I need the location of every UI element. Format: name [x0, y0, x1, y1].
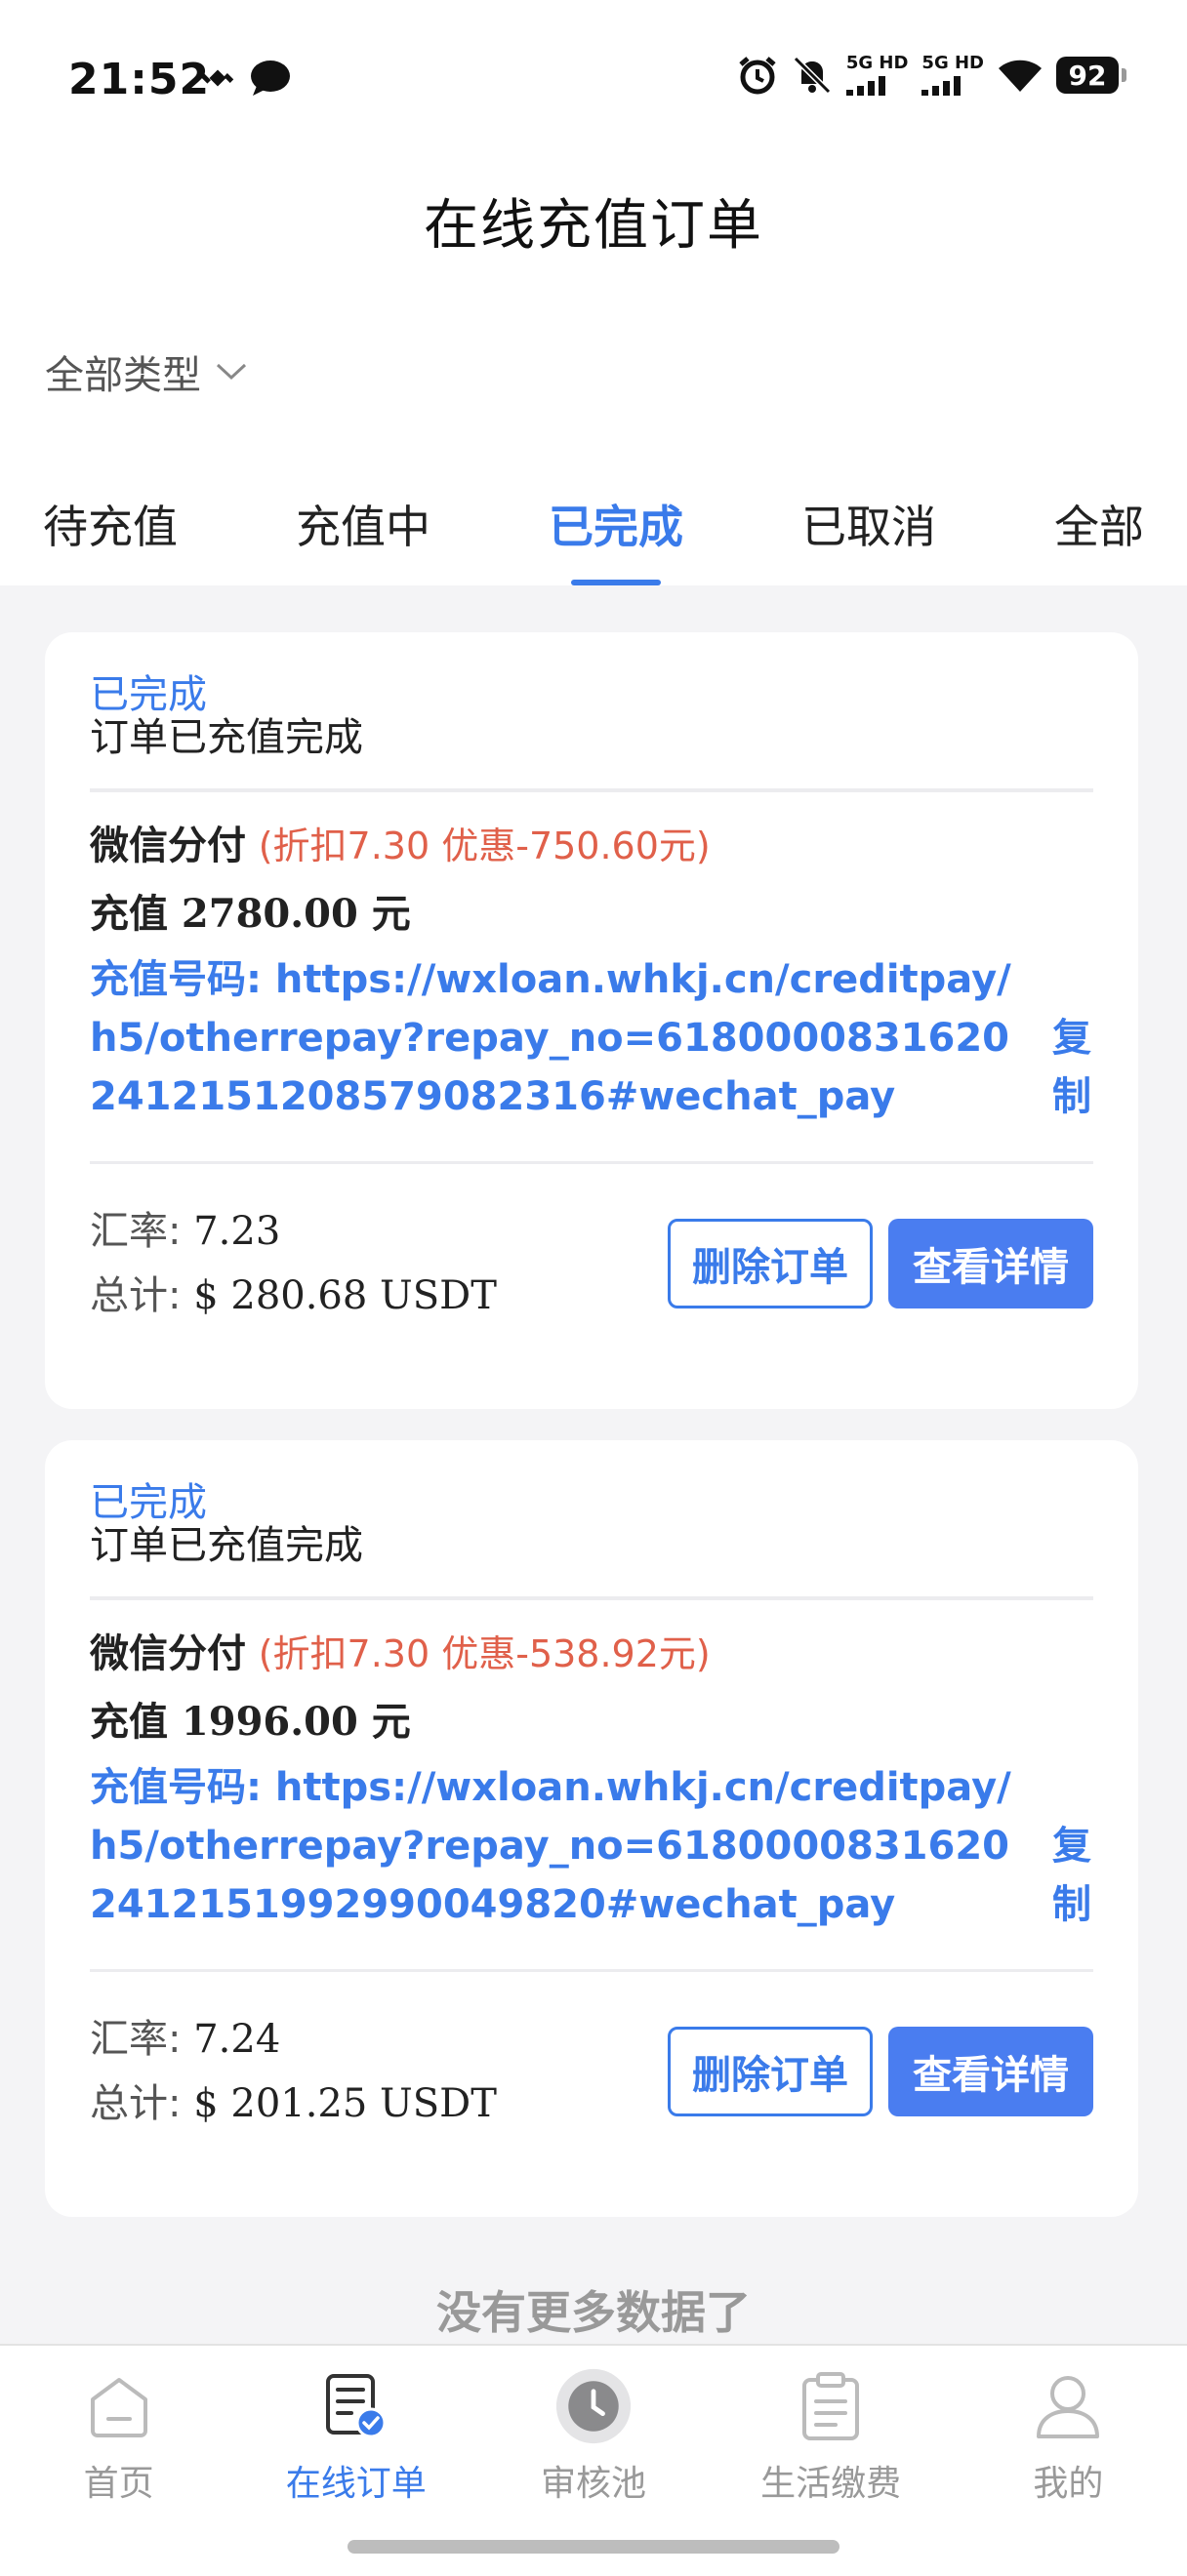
page-title: 在线充值订单: [424, 194, 763, 258]
chat-bubble-icon: [251, 60, 290, 96]
payment-method: 微信分付: [90, 1631, 246, 1676]
nav-label: 我的: [1033, 2464, 1104, 2504]
recharge-number-label: 充值号码:: [90, 1765, 275, 1810]
total-amount: 总计: $ 280.68 USDT: [90, 1264, 497, 1328]
type-filter-label: 全部类型: [45, 353, 201, 398]
nav-profile[interactable]: 我的: [961, 2367, 1175, 2576]
recharge-amount: 充值 2780.00 元: [90, 891, 411, 937]
delete-order-button[interactable]: 删除订单: [668, 1219, 873, 1308]
exchange-rate: 汇率: 7.24: [90, 2007, 497, 2072]
recharge-number: 充值号码: https://wxloan.whkj.cn/creditpay/h…: [90, 1758, 1029, 1934]
home-icon: [80, 2367, 158, 2445]
no-more-data-text: 没有更多数据了: [436, 2286, 751, 2339]
exchange-rate-value: 7.24: [193, 2017, 281, 2062]
order-card: 已完成 订单已充值完成 微信分付 (折扣7.30 优惠-750.60元) 充值 …: [45, 632, 1138, 1409]
order-totals: 汇率: 7.23 总计: $ 280.68 USDT: [90, 1199, 497, 1328]
recharge-amount: 充值 1996.00 元: [90, 1699, 411, 1745]
delete-order-button[interactable]: 删除订单: [668, 2027, 873, 2116]
total-value: $ 280.68 USDT: [193, 1273, 497, 1318]
exchange-rate: 汇率: 7.23: [90, 1199, 497, 1264]
payment-line: 微信分付 (折扣7.30 优惠-750.60元): [90, 822, 1093, 870]
copy-button[interactable]: 复制: [1050, 1009, 1093, 1126]
divider: [90, 1161, 1093, 1164]
status-bar: 21:52 5G HD 5G HD 92: [0, 0, 1187, 156]
signal-bars-icon: [845, 76, 885, 96]
tab-completed[interactable]: 已完成: [549, 478, 683, 585]
discount-info: (折扣7.30 优惠-538.92元): [258, 1632, 711, 1675]
cellular-signal-2: 5G HD: [921, 55, 984, 96]
payment-line: 微信分付 (折扣7.30 优惠-538.92元): [90, 1630, 1093, 1678]
discount-info: (折扣7.30 优惠-750.60元): [258, 825, 711, 867]
tab-all[interactable]: 全部: [1054, 478, 1144, 585]
tab-in-progress[interactable]: 充值中: [296, 478, 430, 585]
payment-method: 微信分付: [90, 824, 246, 868]
type-filter-dropdown[interactable]: 全部类型: [45, 343, 248, 400]
wifi-icon: [999, 60, 1042, 92]
total-label: 总计:: [90, 2081, 194, 2126]
order-actions: 删除订单 查看详情: [668, 1219, 1093, 1308]
clipboard-icon: [792, 2367, 870, 2445]
nav-label: 首页: [83, 2464, 154, 2504]
status-tabs: 待充值 充值中 已完成 已取消 全部: [0, 478, 1187, 585]
order-status-desc: 订单已充值完成: [90, 1523, 363, 1568]
order-footer: 汇率: 7.23 总计: $ 280.68 USDT 删除订单 查看详情: [90, 1199, 1093, 1328]
view-details-button[interactable]: 查看详情: [888, 2027, 1093, 2116]
order-footer: 汇率: 7.24 总计: $ 201.25 USDT 删除订单 查看详情: [90, 2007, 1093, 2136]
tab-pending[interactable]: 待充值: [43, 478, 178, 585]
exchange-rate-value: 7.23: [193, 1209, 281, 1254]
status-right: 5G HD 5G HD 92: [737, 53, 1126, 96]
order-actions: 删除订单 查看详情: [668, 2027, 1093, 2116]
alarm-icon: [739, 57, 776, 95]
order-card: 已完成 订单已充值完成 微信分付 (折扣7.30 优惠-538.92元) 充值 …: [45, 1440, 1138, 2217]
divider: [90, 1969, 1093, 1972]
order-totals: 汇率: 7.24 总计: $ 201.25 USDT: [90, 2007, 497, 2136]
order-list-icon: [317, 2367, 395, 2445]
satellite-icon: [201, 69, 234, 87]
total-value: $ 201.25 USDT: [193, 2081, 497, 2126]
recharge-number: 充值号码: https://wxloan.whkj.cn/creditpay/h…: [90, 950, 1029, 1126]
clock-icon: [554, 2367, 633, 2445]
exchange-rate-label: 汇率:: [90, 2017, 194, 2062]
exchange-rate-label: 汇率:: [90, 1209, 194, 1254]
view-details-button[interactable]: 查看详情: [888, 1219, 1093, 1308]
home-indicator[interactable]: [348, 2540, 839, 2554]
signal-bars-icon: [921, 76, 962, 96]
network-type-2: 5G HD: [921, 53, 984, 73]
recharge-number-row: 充值号码: https://wxloan.whkj.cn/creditpay/h…: [90, 950, 1093, 1126]
nav-label: 审核池: [540, 2464, 646, 2504]
recharge-number-row: 充值号码: https://wxloan.whkj.cn/creditpay/h…: [90, 1758, 1093, 1934]
recharge-number-label: 充值号码:: [90, 957, 275, 1002]
copy-button[interactable]: 复制: [1050, 1817, 1093, 1934]
total-amount: 总计: $ 201.25 USDT: [90, 2072, 497, 2136]
nav-label: 生活缴费: [760, 2464, 902, 2504]
status-time: 21:52: [68, 55, 211, 104]
order-status: 已完成: [90, 672, 207, 717]
total-label: 总计:: [90, 1273, 194, 1318]
user-icon: [1029, 2367, 1107, 2445]
divider: [90, 788, 1093, 792]
divider: [90, 1596, 1093, 1600]
network-type-1: 5G HD: [845, 53, 909, 73]
bell-muted-icon: [793, 56, 831, 95]
tab-cancelled[interactable]: 已取消: [801, 478, 936, 585]
nav-home[interactable]: 首页: [12, 2367, 226, 2576]
nav-label: 在线订单: [285, 2464, 427, 2504]
status-left-icons: [200, 59, 292, 98]
cellular-signal-1: 5G HD: [845, 53, 909, 96]
order-status-desc: 订单已充值完成: [90, 715, 363, 760]
battery-indicator: 92: [1056, 57, 1126, 94]
order-status: 已完成: [90, 1480, 207, 1525]
chevron-down-icon: [216, 363, 247, 381]
